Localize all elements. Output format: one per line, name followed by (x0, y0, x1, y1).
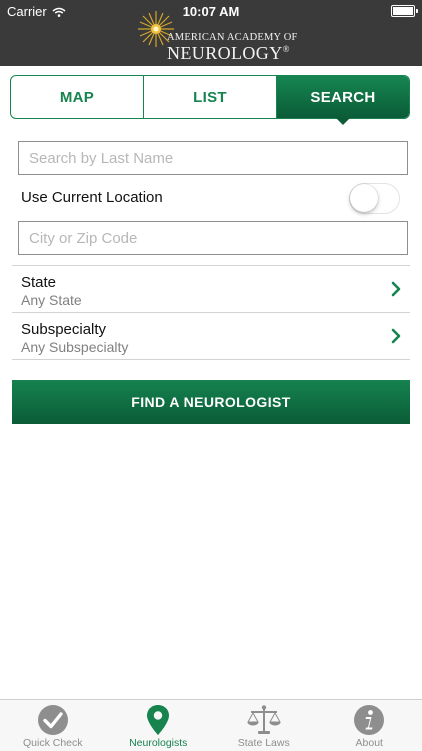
battery-icon (391, 5, 415, 17)
subspecialty-row[interactable]: Subspecialty Any Subspecialty (12, 313, 410, 359)
tab-label: Neurologists (106, 737, 212, 749)
tab-state-laws[interactable]: State Laws (211, 700, 317, 751)
state-value: Any State (21, 292, 82, 308)
segment-list[interactable]: LIST (143, 76, 276, 118)
logo-wordmark: NEUROLOGY (167, 43, 283, 63)
segment-map[interactable]: MAP (11, 76, 143, 118)
app-header: Carrier 10:07 AM AMERICA (0, 0, 422, 66)
find-neurologist-button[interactable]: FIND A NEUROLOGIST (12, 380, 410, 424)
chevron-right-icon (390, 328, 402, 344)
last-name-search-input[interactable] (18, 141, 408, 175)
view-segmented-control: MAP LIST SEARCH (10, 75, 410, 119)
logo-registered-mark: ® (283, 44, 290, 54)
tab-label: State Laws (211, 737, 317, 749)
aan-logo: AMERICAN ACADEMY OF NEUROLOGY® (137, 10, 297, 60)
subspecialty-value: Any Subspecialty (21, 339, 128, 355)
tab-quick-check[interactable]: Quick Check (0, 700, 106, 751)
chevron-right-icon (390, 281, 402, 297)
logo-line-2: NEUROLOGY® (167, 43, 290, 64)
logo-line-1: AMERICAN ACADEMY OF (167, 32, 298, 43)
info-icon (352, 704, 386, 736)
tab-about[interactable]: About (317, 700, 422, 751)
use-current-location-label: Use Current Location (21, 189, 163, 206)
tab-label: About (317, 737, 422, 749)
tab-label: Quick Check (0, 737, 106, 749)
scales-icon (247, 704, 281, 736)
city-zip-input[interactable] (18, 221, 408, 255)
state-row[interactable]: State Any State (12, 266, 410, 312)
state-title: State (21, 274, 56, 291)
use-current-location-toggle[interactable] (349, 183, 400, 214)
tab-bar: Quick Check Neurologists State Laws (0, 699, 422, 751)
toggle-knob (350, 184, 378, 212)
divider (12, 359, 410, 360)
subspecialty-title: Subspecialty (21, 321, 106, 338)
checkmark-icon (36, 704, 70, 736)
segment-search[interactable]: SEARCH (276, 76, 409, 118)
map-pin-icon (141, 704, 175, 736)
tab-neurologists[interactable]: Neurologists (106, 700, 212, 751)
